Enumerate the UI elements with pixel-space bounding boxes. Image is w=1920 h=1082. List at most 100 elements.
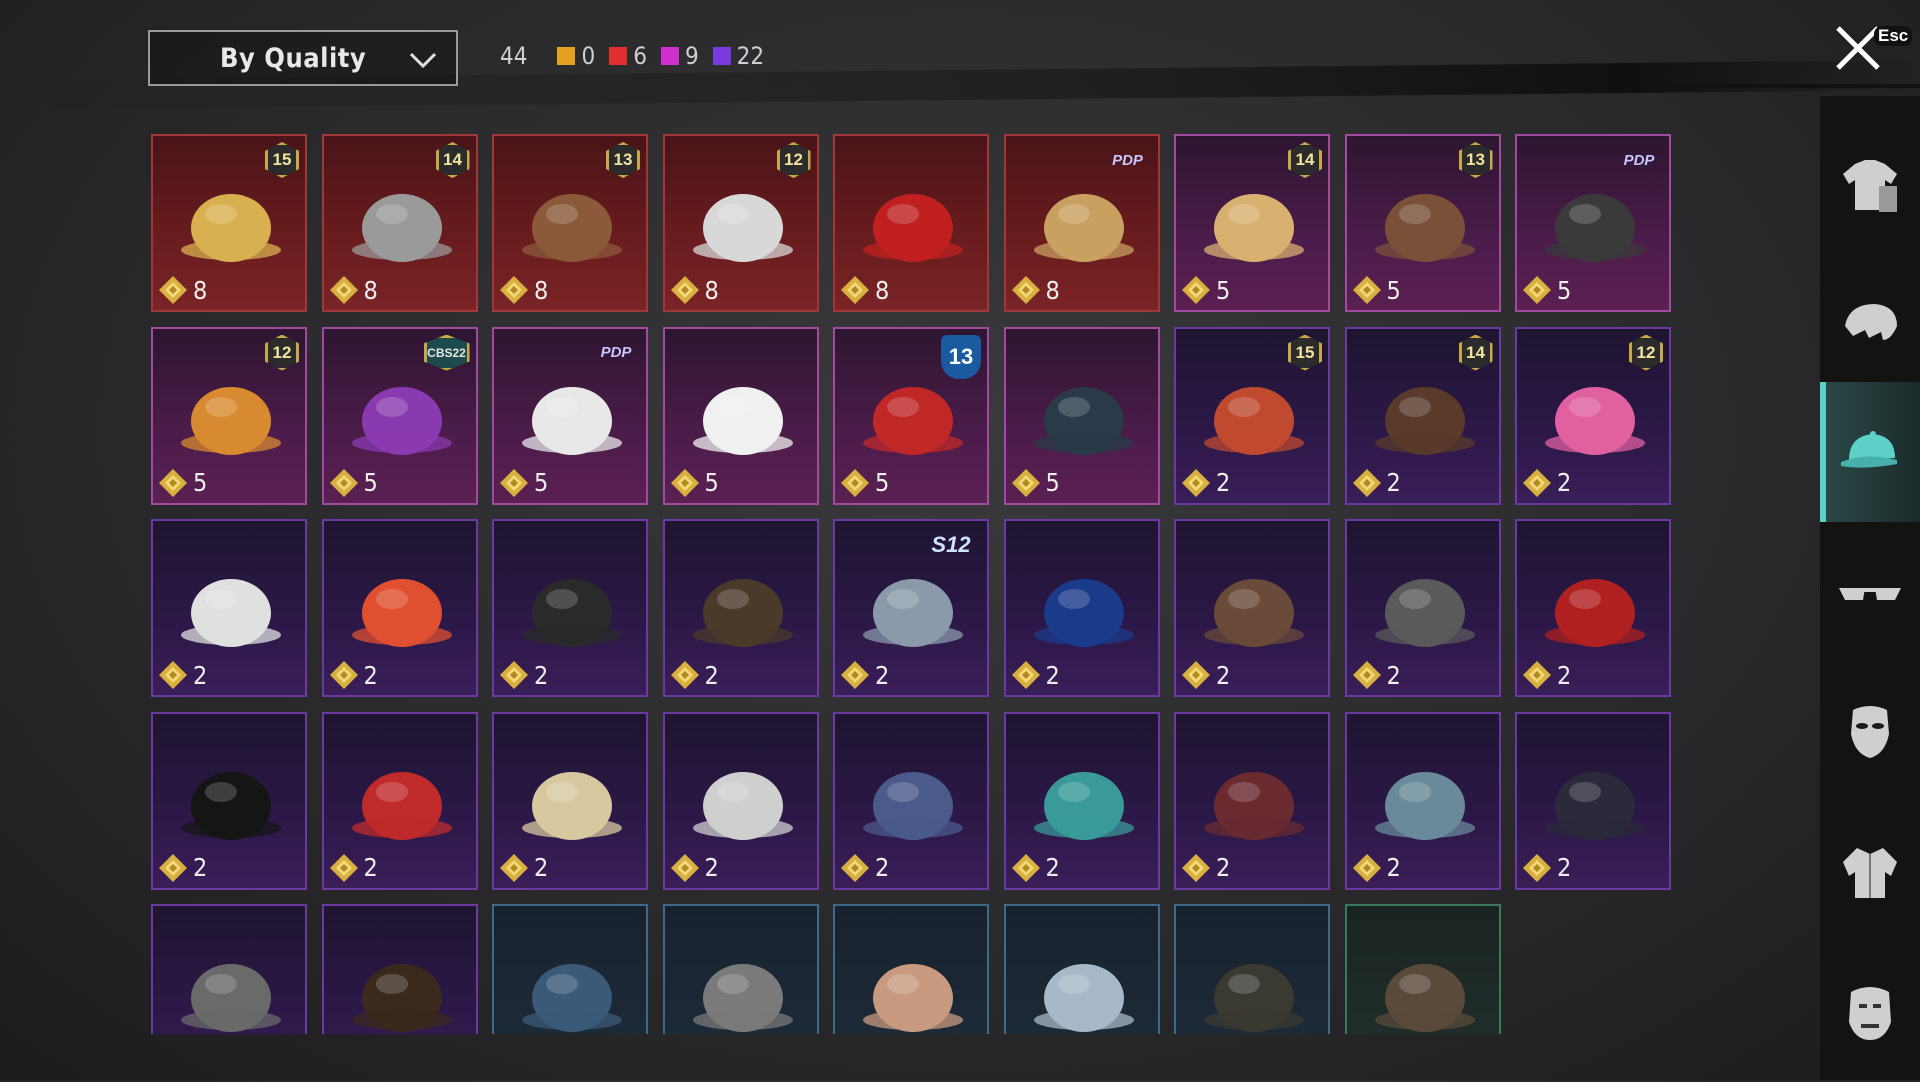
item-tile[interactable]: 2	[321, 519, 478, 697]
item-tile[interactable]: PDP 5	[1515, 134, 1671, 312]
item-tile[interactable]	[1344, 904, 1501, 1034]
item-tile[interactable]: PDP 8	[1003, 134, 1160, 312]
price-value: 2	[1386, 660, 1401, 690]
item-tile[interactable]: 13 5	[833, 326, 989, 505]
item-tile[interactable]: 15 8	[151, 134, 307, 312]
quality-swatch	[660, 47, 679, 65]
price-value: 5	[534, 468, 549, 497]
item-price: 5	[1521, 274, 1571, 306]
white-hair-icon	[692, 194, 793, 262]
eyewear-tab[interactable]	[1820, 522, 1920, 662]
item-tile[interactable]	[1003, 904, 1160, 1034]
item-tile[interactable]: 12 2	[1515, 326, 1671, 505]
item-tile[interactable]: 14 2	[1344, 326, 1501, 505]
item-tile[interactable]: 2	[1515, 519, 1671, 697]
price-value: 2	[534, 660, 549, 690]
item-tile[interactable]: 15 2	[1174, 326, 1330, 505]
quality-swatch	[609, 47, 628, 65]
bunny-helmet-icon	[1545, 386, 1645, 455]
item-price: 2	[328, 852, 378, 884]
grey-beret-icon	[692, 964, 793, 1032]
item-tile[interactable]: 2	[492, 711, 648, 890]
item-tile[interactable]: 2	[1344, 519, 1501, 697]
item-tile[interactable]: 2	[1174, 711, 1330, 890]
hair-icon	[1845, 304, 1897, 340]
item-price: 2	[1180, 852, 1230, 884]
item-tile[interactable]	[1174, 904, 1330, 1034]
face-tab[interactable]	[1820, 942, 1920, 1082]
item-tile[interactable]: 14 8	[321, 134, 478, 312]
coin-icon	[1011, 853, 1040, 882]
item-tile[interactable]: 2	[1515, 711, 1671, 890]
item-tile[interactable]: 2	[833, 711, 989, 890]
aviator-cap-icon	[1374, 194, 1475, 262]
lion-mask-icon	[692, 386, 793, 455]
coin-icon	[159, 276, 187, 304]
item-tile[interactable]: 12 8	[662, 134, 819, 312]
item-price: 5	[1351, 274, 1401, 306]
coin-icon	[329, 468, 358, 497]
price-value: 8	[704, 275, 719, 305]
item-tile[interactable]	[833, 904, 989, 1034]
hat-tab[interactable]	[1820, 382, 1920, 522]
item-tile[interactable]	[492, 904, 648, 1034]
item-tile[interactable]	[151, 904, 307, 1034]
item-tile[interactable]: 2	[662, 711, 819, 890]
item-tile[interactable]: 12 5	[151, 326, 307, 505]
quality-count-legendary: 0	[557, 42, 595, 70]
outfit-tab[interactable]	[1820, 116, 1920, 256]
item-tile[interactable]: 2	[662, 519, 819, 697]
item-tile[interactable]: 2	[151, 711, 307, 890]
quality-swatch	[557, 47, 576, 65]
item-price: 2	[839, 659, 889, 691]
teal-cap-icon	[1033, 771, 1134, 840]
item-price: 2	[157, 852, 207, 884]
top-tab[interactable]	[1820, 802, 1920, 942]
item-tile[interactable]: 13 8	[492, 134, 648, 312]
red-helmet-icon	[863, 194, 963, 262]
sort-dropdown[interactable]: By Quality	[148, 30, 458, 86]
tier-badge: PDP	[1112, 151, 1143, 169]
item-tile[interactable]: 2	[1174, 519, 1330, 697]
item-price: 8	[328, 274, 378, 306]
coin-icon	[1352, 276, 1381, 304]
item-price: 2	[1180, 467, 1230, 499]
item-tile[interactable]	[321, 904, 478, 1034]
price-value: 2	[534, 853, 549, 882]
item-tile[interactable]	[662, 904, 819, 1034]
item-tile[interactable]: 13 5	[1344, 134, 1501, 312]
item-grid: 15 8 14 8 13 8 12 8 8 PDP 8 14 5 13 5 PDP 5 12 5 CBS22 5 PDP 5…	[151, 134, 1671, 1034]
coin-icon	[670, 468, 699, 497]
item-tile[interactable]: 2	[1003, 519, 1160, 697]
price-value: 8	[1045, 275, 1060, 305]
item-tile[interactable]: 2	[492, 519, 648, 697]
item-price: 2	[1010, 852, 1060, 884]
item-tile[interactable]: 14 5	[1174, 134, 1330, 312]
brown-hair-icon	[351, 964, 452, 1032]
tier-badge: PDP	[1623, 151, 1655, 169]
item-tile[interactable]: 5	[662, 326, 819, 505]
item-tile[interactable]: 5	[1003, 326, 1160, 505]
coin-icon	[841, 661, 869, 689]
item-price: 5	[1180, 274, 1230, 306]
price-value: 2	[193, 660, 208, 690]
quality-count-mythic: 6	[609, 42, 647, 70]
coin-icon	[1523, 276, 1551, 304]
item-price: 2	[157, 659, 207, 691]
item-tile[interactable]: 2	[1003, 711, 1160, 890]
glasses-icon	[1839, 588, 1901, 600]
item-price: 8	[669, 274, 719, 306]
tier-badge: PDP	[600, 344, 632, 361]
hair-tab[interactable]	[1820, 256, 1920, 396]
coin-icon	[500, 853, 528, 882]
item-tile[interactable]: 2	[1344, 711, 1501, 890]
item-tile[interactable]: 2	[321, 711, 478, 890]
item-price: 8	[1010, 274, 1060, 306]
item-tile[interactable]: 2	[151, 519, 307, 697]
item-tile[interactable]: S12 2	[833, 519, 989, 697]
coin-icon	[500, 276, 528, 304]
item-tile[interactable]: 8	[833, 134, 989, 312]
mask-tab[interactable]	[1820, 662, 1920, 802]
item-tile[interactable]: CBS22 5	[321, 326, 478, 505]
item-tile[interactable]: PDP 5	[492, 326, 648, 505]
